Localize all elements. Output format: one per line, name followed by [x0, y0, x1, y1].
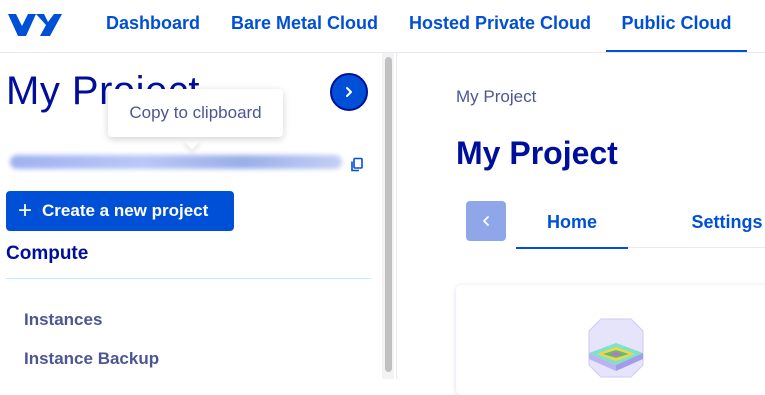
create-project-label: Create a new project: [42, 201, 209, 220]
nav-dashboard[interactable]: Dashboard: [106, 0, 200, 50]
plus-icon: +: [18, 197, 33, 224]
tab-home[interactable]: Home: [516, 201, 628, 249]
copy-tooltip: Copy to clipboard: [108, 89, 283, 137]
sidebar-item-instances[interactable]: Instances: [24, 310, 102, 330]
tabs-previous-button[interactable]: [466, 201, 506, 241]
nav-hosted-private-cloud[interactable]: Hosted Private Cloud: [409, 0, 591, 50]
sidebar: My Project xxxxxxxxxxxxxxxxxxxxxxxxxxxxx…: [0, 53, 397, 379]
main-content: My Project My Project Home Settings: [397, 53, 765, 395]
server-chip-illustration: [588, 318, 644, 378]
create-project-button[interactable]: + Create a new project: [6, 191, 234, 231]
section-divider: [6, 278, 371, 279]
sidebar-collapse-button[interactable]: [330, 73, 368, 111]
chevron-right-icon: [346, 87, 352, 97]
project-id-text: xxxxxxxxxxxxxxxxxxxxxxxxxxxxxxxx: [10, 155, 342, 169]
top-navigation: Dashboard Bare Metal Cloud Hosted Privat…: [0, 0, 765, 53]
tab-settings[interactable]: Settings: [677, 201, 765, 247]
breadcrumb[interactable]: My Project: [456, 87, 536, 107]
copy-icon[interactable]: [349, 157, 365, 173]
section-heading-compute: Compute: [6, 243, 89, 264]
nav-bare-metal-cloud[interactable]: Bare Metal Cloud: [231, 0, 378, 50]
nav-public-cloud[interactable]: Public Cloud: [606, 0, 747, 52]
ovh-logo[interactable]: [6, 8, 62, 40]
chevron-left-icon: [483, 216, 489, 226]
sidebar-scrollbar-thumb[interactable]: [385, 57, 392, 372]
sidebar-item-instance-backup[interactable]: Instance Backup: [24, 349, 159, 369]
page-title: My Project: [456, 135, 618, 171]
